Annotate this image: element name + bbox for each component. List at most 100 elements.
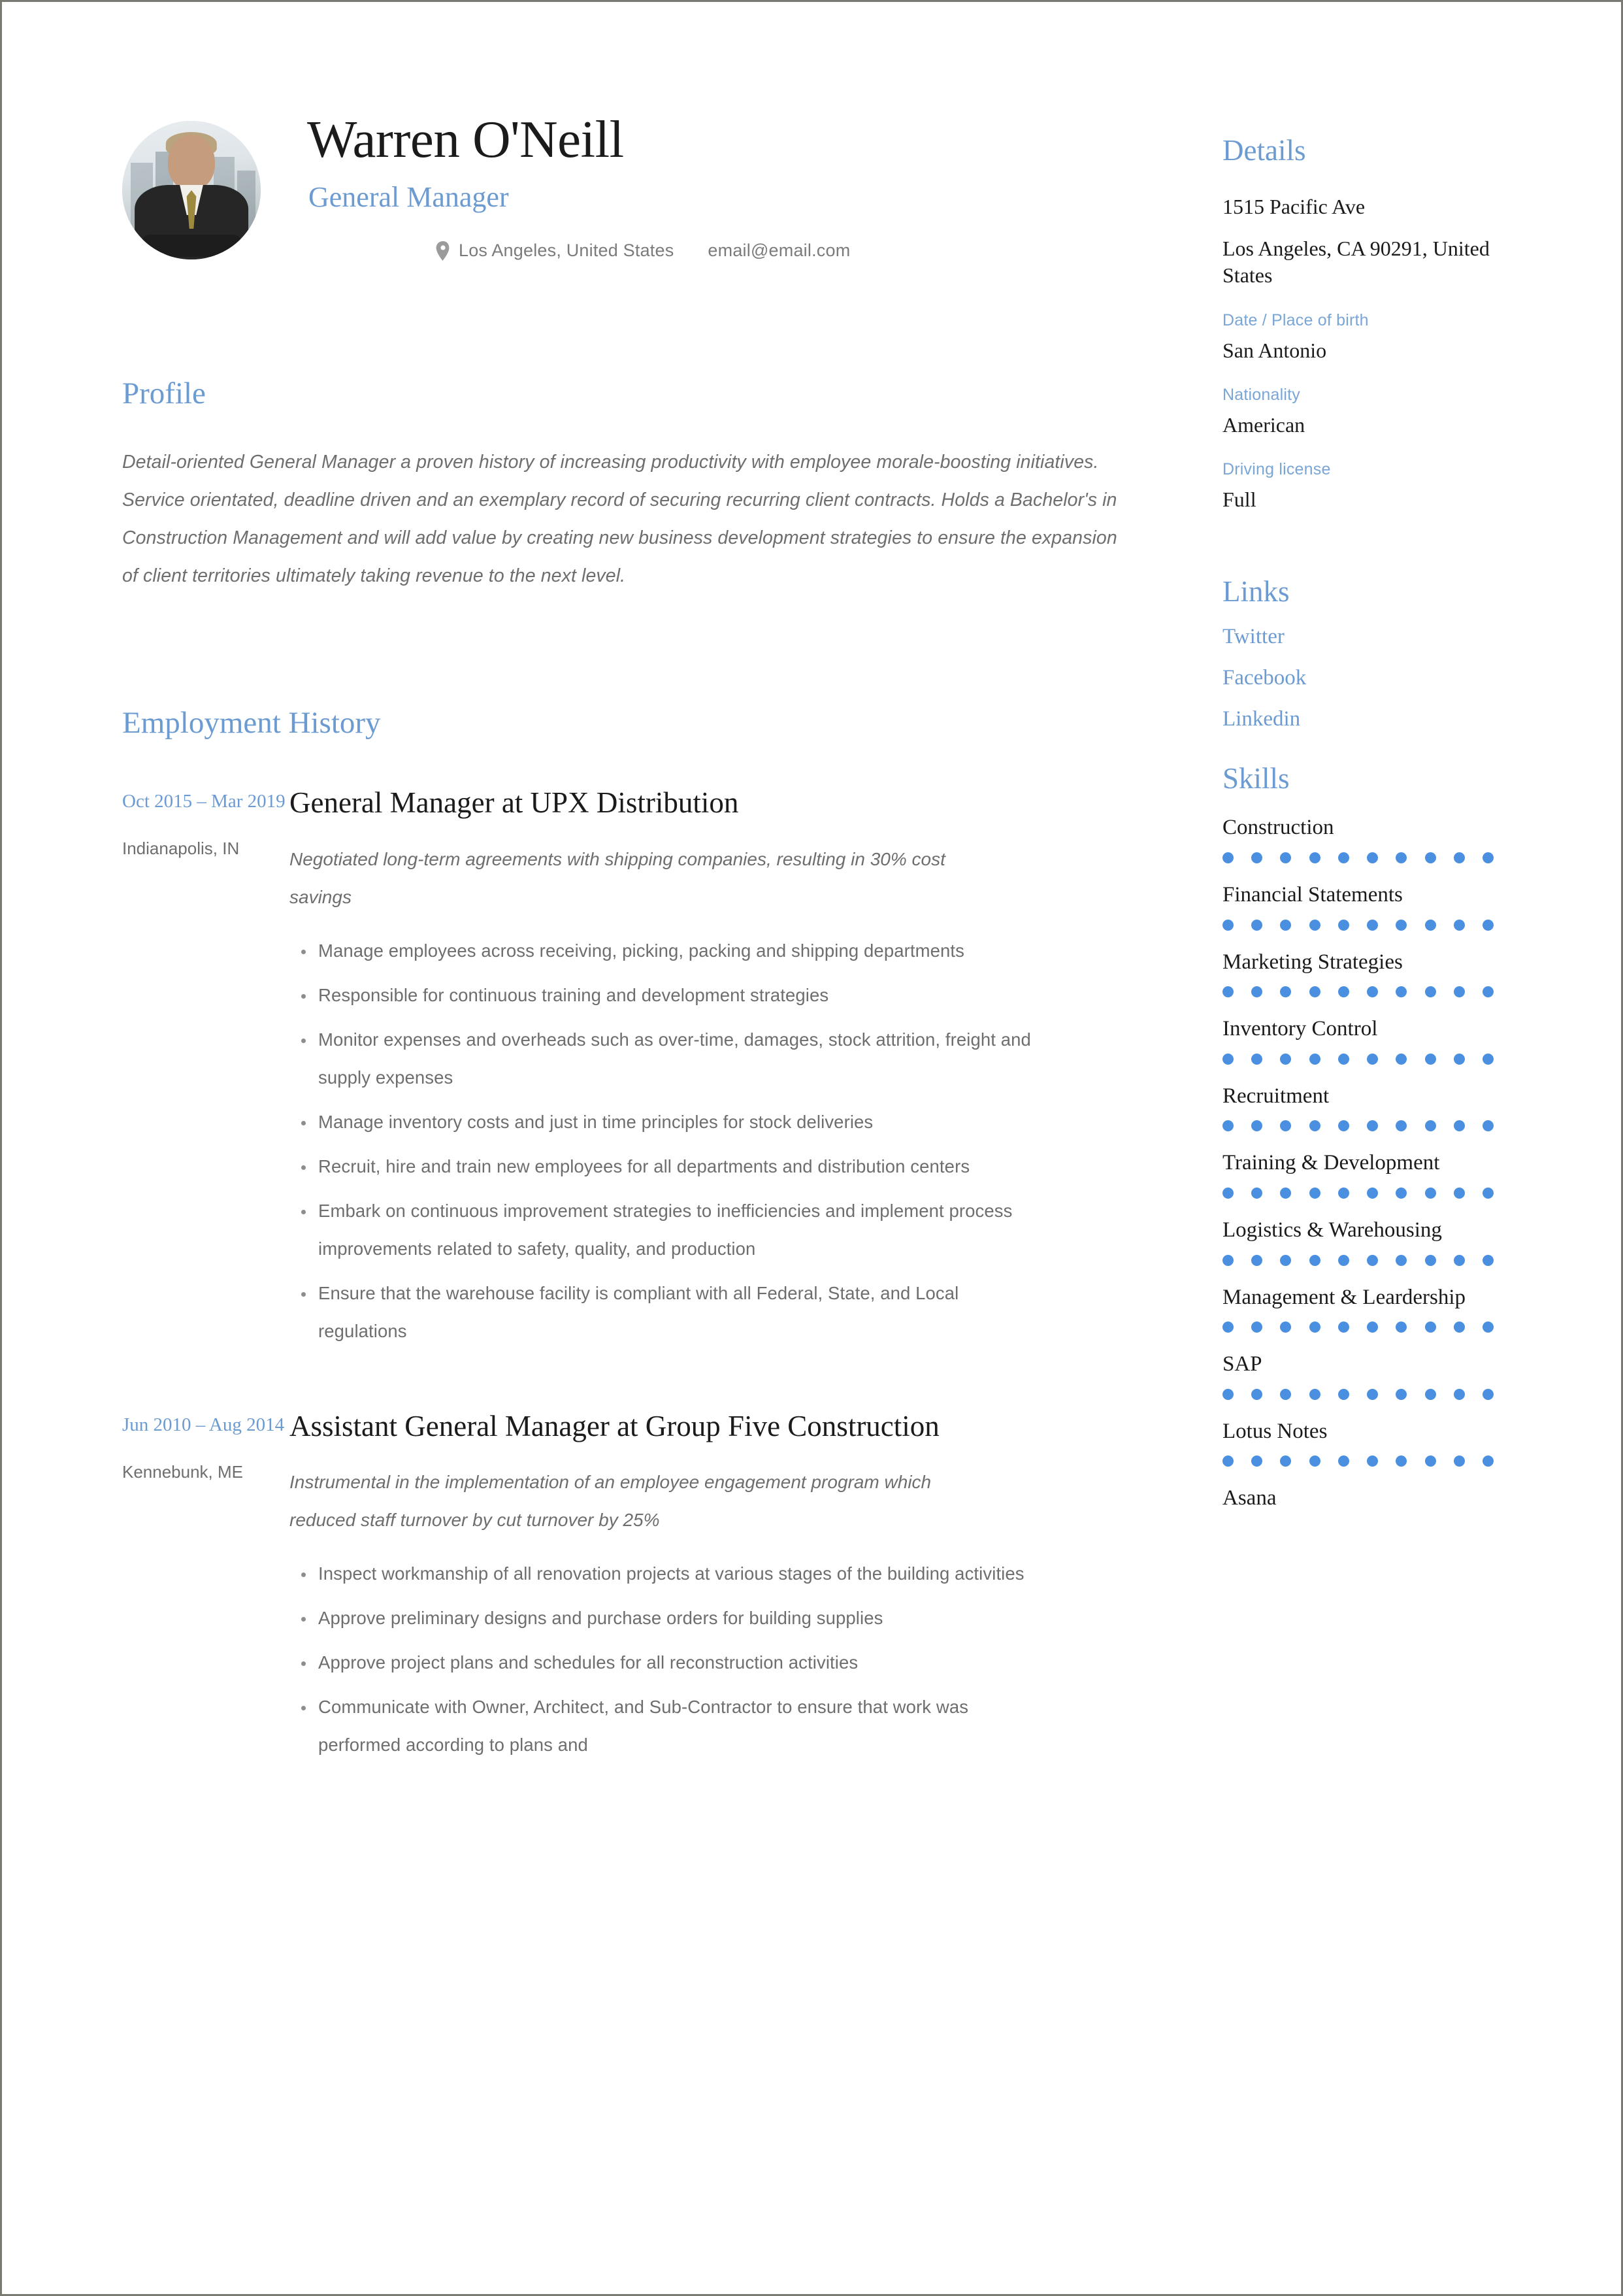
resume-canvas: Warren O'Neill General Manager Los Angel…: [2, 2, 1621, 2294]
link-linkedin[interactable]: Linkedin: [1222, 708, 1530, 730]
skill-rating: [1222, 1322, 1494, 1333]
details-heading: Details: [1222, 134, 1306, 167]
skill-dot: [1453, 1322, 1465, 1333]
skill-item: Financial Statements: [1222, 882, 1530, 931]
skill-dot: [1222, 1322, 1234, 1333]
skill-name: Training & Development: [1222, 1151, 1440, 1175]
skill-name: Construction: [1222, 816, 1334, 840]
skill-dot: [1222, 919, 1234, 931]
list-item: Embark on continuous improvement strateg…: [301, 1192, 1043, 1268]
skill-item: Training & Development: [1222, 1150, 1530, 1199]
skill-dot: [1396, 986, 1407, 998]
skill-dot: [1482, 986, 1494, 998]
skill-dot: [1309, 986, 1320, 998]
employment-meta: Jun 2010 – Aug 2014 Kennebunk, ME: [122, 1408, 289, 1771]
skill-dot: [1280, 1322, 1292, 1333]
skill-dot: [1251, 919, 1263, 931]
list-item: Communicate with Owner, Architect, and S…: [301, 1688, 1043, 1764]
employment-location: Kennebunk, ME: [122, 1461, 244, 1482]
skill-dot: [1251, 1053, 1263, 1065]
skill-dot: [1367, 986, 1379, 998]
skill-dot: [1309, 1254, 1320, 1266]
skill-dot: [1251, 1187, 1263, 1199]
skill-dot: [1280, 986, 1292, 998]
skill-name: Management & Leardership: [1222, 1285, 1466, 1309]
skill-dot: [1251, 1388, 1263, 1400]
list-item: Manage inventory costs and just in time …: [301, 1103, 1043, 1141]
skill-dot: [1280, 1456, 1292, 1467]
page-title: Warren O'Neill: [307, 110, 624, 169]
detail-value: American: [1222, 413, 1305, 437]
list-item: Recruit, hire and train new employees fo…: [301, 1148, 1043, 1186]
skill-dot: [1453, 1388, 1465, 1400]
skill-dot: [1424, 1456, 1436, 1467]
skill-dot: [1251, 1322, 1263, 1333]
skill-rating: [1222, 1254, 1494, 1266]
skill-rating: [1222, 1388, 1494, 1400]
profile-section: Profile Detail-oriented General Manager …: [122, 378, 1141, 595]
skill-dot: [1337, 1187, 1349, 1199]
skill-dot: [1482, 1388, 1494, 1400]
skill-item: SAP: [1222, 1351, 1530, 1400]
skill-dot: [1424, 1322, 1436, 1333]
avatar-arms: [141, 234, 242, 257]
skill-dot: [1309, 1456, 1320, 1467]
skill-rating: [1222, 919, 1494, 931]
skills-list: Construction Financial Statements Marketin…: [1222, 814, 1530, 1512]
skill-item: Recruitment: [1222, 1083, 1530, 1132]
skill-dot: [1280, 919, 1292, 931]
skill-dot: [1222, 1053, 1234, 1065]
skill-dot: [1309, 1322, 1320, 1333]
skill-dot: [1251, 1120, 1263, 1132]
skill-dot: [1482, 919, 1494, 931]
skill-dot: [1367, 1120, 1379, 1132]
detail-label: Date / Place of birth: [1222, 310, 1369, 329]
employment-location: Indianapolis, IN: [122, 839, 240, 858]
skill-dot: [1482, 1456, 1494, 1467]
skill-name: Marketing Strategies: [1222, 950, 1403, 974]
skill-dot: [1453, 986, 1465, 998]
skill-dot: [1367, 852, 1379, 864]
skill-dot: [1337, 1254, 1349, 1266]
skill-dot: [1396, 1053, 1407, 1065]
sidebar: Details 1515 Pacific Ave Los Angeles, CA…: [1222, 136, 1530, 1531]
contact-email[interactable]: email@email.com: [708, 241, 850, 261]
contact-location: Los Angeles, United States: [459, 241, 674, 260]
skill-dot: [1337, 986, 1349, 998]
skill-dot: [1367, 1322, 1379, 1333]
skill-item: Asana: [1222, 1485, 1530, 1512]
employment-dates: Oct 2015 – Mar 2019: [122, 791, 286, 812]
header-job-title: General Manager: [308, 181, 509, 213]
employment-body: Assistant General Manager at Group Five …: [289, 1408, 1141, 1771]
skill-dot: [1453, 1187, 1465, 1199]
employment-entry: Oct 2015 – Mar 2019 Indianapolis, IN Gener…: [122, 784, 1141, 1357]
skill-dot: [1396, 1187, 1407, 1199]
skill-item: Logistics & Warehousing: [1222, 1217, 1530, 1266]
skill-dot: [1280, 1187, 1292, 1199]
employment-entry: Jun 2010 – Aug 2014 Kennebunk, ME Assistan…: [122, 1408, 1141, 1771]
skill-dot: [1482, 852, 1494, 864]
skill-dot: [1482, 1120, 1494, 1132]
main-column: Warren O'Neill General Manager Los Angel…: [122, 110, 1141, 1755]
link-twitter[interactable]: Twitter: [1222, 626, 1530, 648]
skill-dot: [1367, 1254, 1379, 1266]
skill-item: Lotus Notes: [1222, 1418, 1530, 1467]
detail-field: Nationality American: [1222, 385, 1530, 439]
links-section: Links Twitter Facebook Linkedin: [1222, 577, 1530, 730]
skill-dot: [1309, 852, 1320, 864]
skill-dot: [1367, 1187, 1379, 1199]
detail-label: Driving license: [1222, 460, 1331, 479]
skill-dot: [1367, 1388, 1379, 1400]
skill-dot: [1222, 1187, 1234, 1199]
skill-dot: [1424, 1120, 1436, 1132]
skill-item: Construction: [1222, 814, 1530, 864]
details-field-list: Date / Place of birth San Antonio National…: [1222, 310, 1530, 514]
link-facebook[interactable]: Facebook: [1222, 667, 1530, 689]
skill-dot: [1280, 1120, 1292, 1132]
skills-section: Skills Construction Financial Statements M…: [1222, 764, 1530, 1512]
skill-dot: [1424, 1187, 1436, 1199]
list-item: Approve project plans and schedules for …: [301, 1644, 1043, 1682]
address-line-2: Los Angeles, CA 90291, United States: [1222, 236, 1490, 288]
detail-field: Date / Place of birth San Antonio: [1222, 310, 1530, 364]
skill-dot: [1251, 1456, 1263, 1467]
